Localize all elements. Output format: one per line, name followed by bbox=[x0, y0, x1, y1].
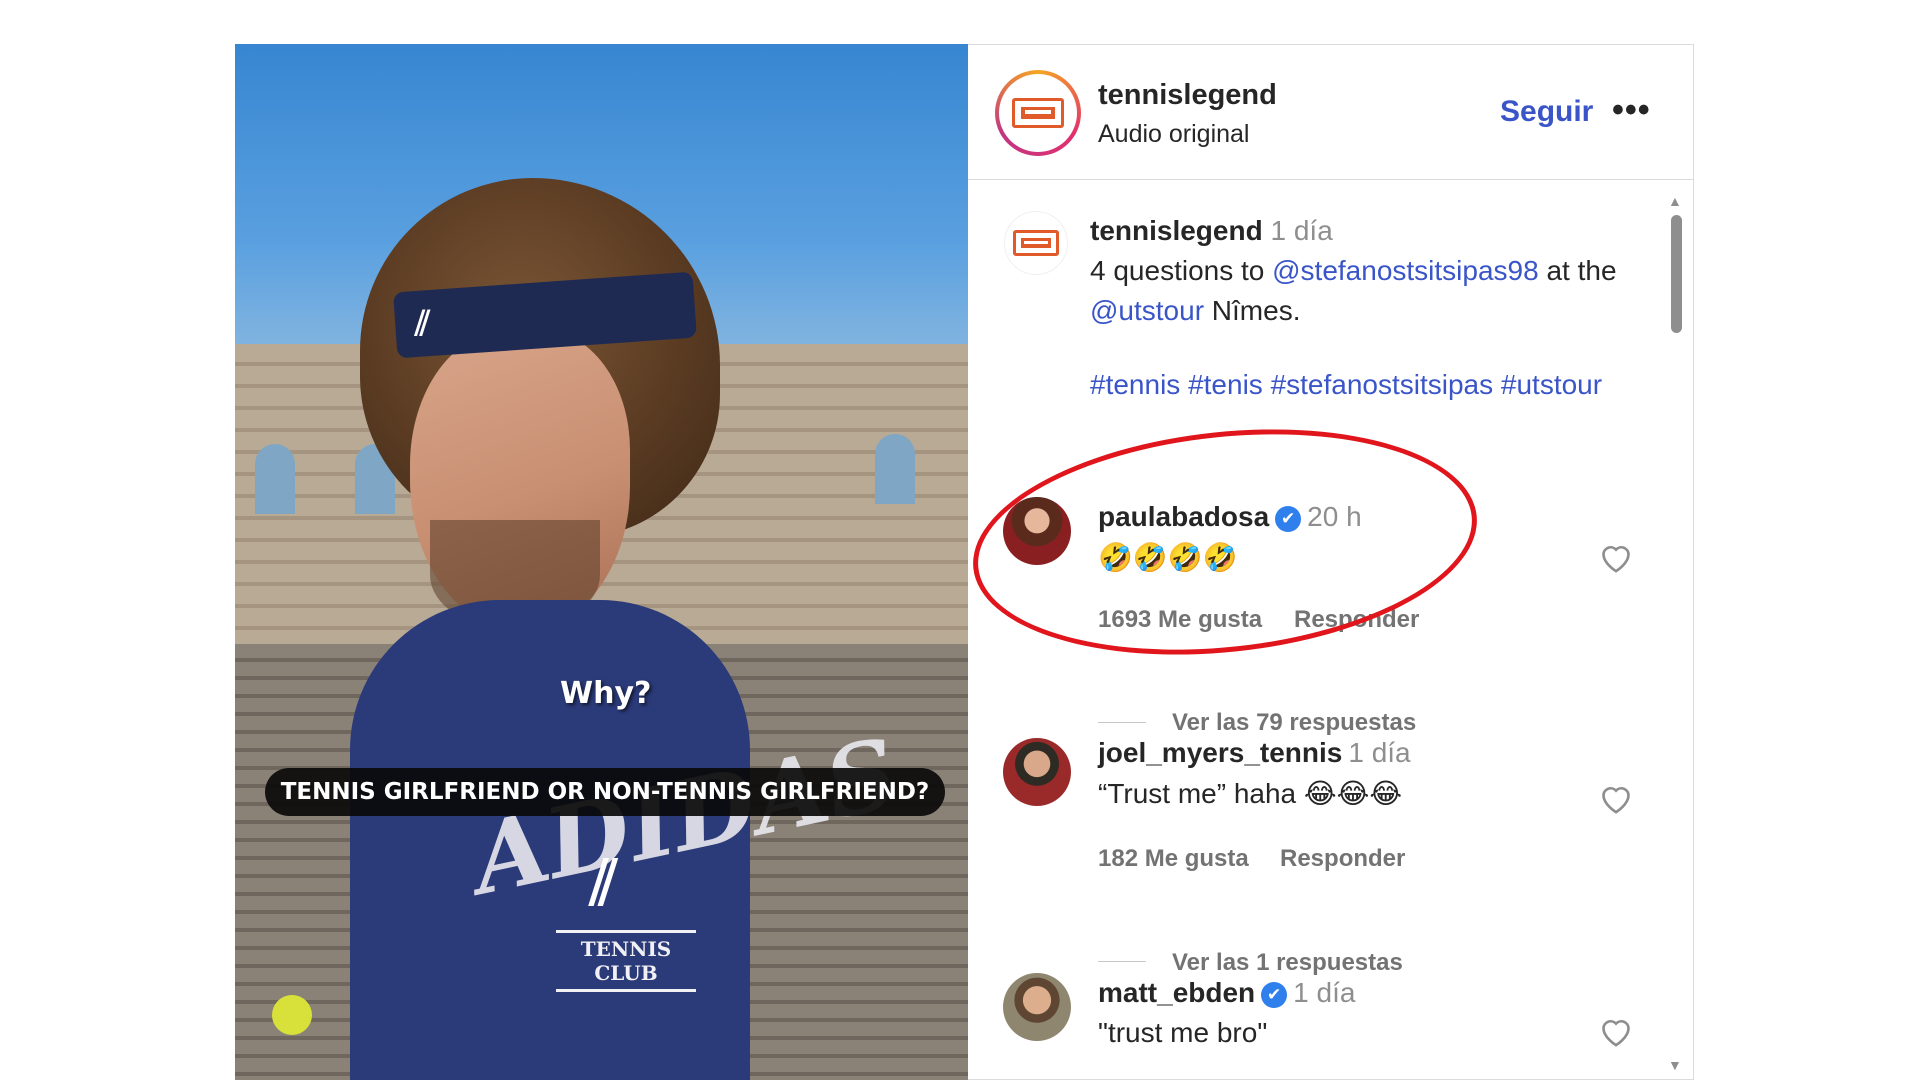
verified-badge-icon: ✔ bbox=[1261, 982, 1288, 1008]
arena-arch bbox=[255, 444, 295, 514]
video-caption-why: Why? bbox=[560, 676, 652, 711]
reply-button[interactable]: Responder bbox=[1280, 845, 1405, 873]
comment-time: 1 día bbox=[1348, 737, 1411, 768]
profile-avatar[interactable] bbox=[995, 70, 1081, 156]
adidas-stripes-icon: ⫽ bbox=[590, 849, 618, 918]
caption-time: 1 día bbox=[1270, 215, 1333, 246]
video-caption-question: TENNIS GIRLFRIEND OR NON-TENNIS GIRLFRIE… bbox=[265, 768, 945, 816]
scroll-up-arrow-icon[interactable]: ▲ bbox=[1668, 193, 1682, 209]
header-audio-label[interactable]: Audio original bbox=[1098, 120, 1250, 149]
more-options-icon[interactable]: ••• bbox=[1612, 91, 1651, 130]
comment-avatar[interactable] bbox=[1003, 497, 1071, 565]
comment-header: paulabadosa ✔ 20 h bbox=[1098, 501, 1362, 533]
follow-button[interactable]: Seguir bbox=[1500, 95, 1593, 129]
comment-avatar[interactable] bbox=[1003, 738, 1071, 806]
like-heart-icon[interactable] bbox=[1596, 778, 1636, 818]
view-replies-button[interactable]: Ver las 79 respuestas bbox=[1172, 709, 1416, 737]
comment-time: 20 h bbox=[1307, 501, 1362, 532]
scrollbar-thumb[interactable] bbox=[1671, 215, 1682, 333]
scroll-down-arrow-icon[interactable]: ▼ bbox=[1668, 1057, 1682, 1073]
comment-header: matt_ebden ✔ 1 día bbox=[1098, 977, 1355, 1009]
post-header: tennislegend Audio original Seguir ••• bbox=[968, 45, 1693, 180]
caption-text-part: at the bbox=[1538, 255, 1617, 286]
comment-header: joel_myers_tennis 1 día bbox=[1098, 737, 1411, 769]
comment-text: "trust me bro" bbox=[1098, 1017, 1268, 1048]
comment-likes-count[interactable]: 1693 Me gusta bbox=[1098, 606, 1262, 634]
adidas-logo-icon: ⫽ bbox=[415, 305, 431, 343]
verified-badge-icon: ✔ bbox=[1275, 506, 1302, 532]
like-heart-icon[interactable] bbox=[1596, 1011, 1636, 1051]
caption-avatar[interactable] bbox=[1004, 211, 1068, 275]
caption-hashtags[interactable]: #tennis #tenis #stefanostsitsipas #utsto… bbox=[1090, 366, 1650, 404]
comment-username[interactable]: paulabadosa bbox=[1098, 501, 1269, 532]
comment-likes-count[interactable]: 182 Me gusta bbox=[1098, 845, 1249, 873]
caption-text-part: Nîmes. bbox=[1204, 295, 1301, 326]
comment-time: 1 día bbox=[1293, 977, 1356, 1008]
comment-text: 🤣🤣🤣🤣 bbox=[1098, 542, 1238, 573]
shirt-club-text: TENNIS CLUB bbox=[556, 930, 696, 992]
profile-avatar-inner bbox=[999, 74, 1077, 152]
reply-button[interactable]: Responder bbox=[1294, 606, 1419, 634]
comment-username[interactable]: matt_ebden bbox=[1098, 977, 1255, 1008]
tennislegend-logo-icon bbox=[1012, 98, 1064, 128]
post-caption: tennislegend 1 día 4 questions to @stefa… bbox=[1090, 211, 1650, 331]
comment-username[interactable]: joel_myers_tennis bbox=[1098, 737, 1342, 768]
tennis-ball bbox=[272, 995, 312, 1035]
mention-link[interactable]: @utstour bbox=[1090, 295, 1204, 326]
comment-text: “Trust me” haha 😂😂😂 bbox=[1098, 778, 1403, 809]
comment-avatar[interactable] bbox=[1003, 973, 1071, 1041]
view-replies-button[interactable]: Ver las 1 respuestas bbox=[1172, 949, 1403, 977]
header-username[interactable]: tennislegend bbox=[1098, 79, 1277, 112]
view-replies-line bbox=[1098, 722, 1146, 723]
comments-panel: tennislegend Audio original Seguir ••• ▲… bbox=[968, 44, 1694, 1080]
tennislegend-logo-icon bbox=[1013, 230, 1059, 256]
caption-text-part: 4 questions to bbox=[1090, 255, 1273, 286]
arena-arch bbox=[875, 434, 915, 504]
like-heart-icon[interactable] bbox=[1596, 537, 1636, 577]
view-replies-line bbox=[1098, 961, 1146, 962]
caption-username[interactable]: tennislegend bbox=[1090, 215, 1263, 246]
mention-link[interactable]: @stefanostsitsipas98 bbox=[1272, 255, 1539, 286]
